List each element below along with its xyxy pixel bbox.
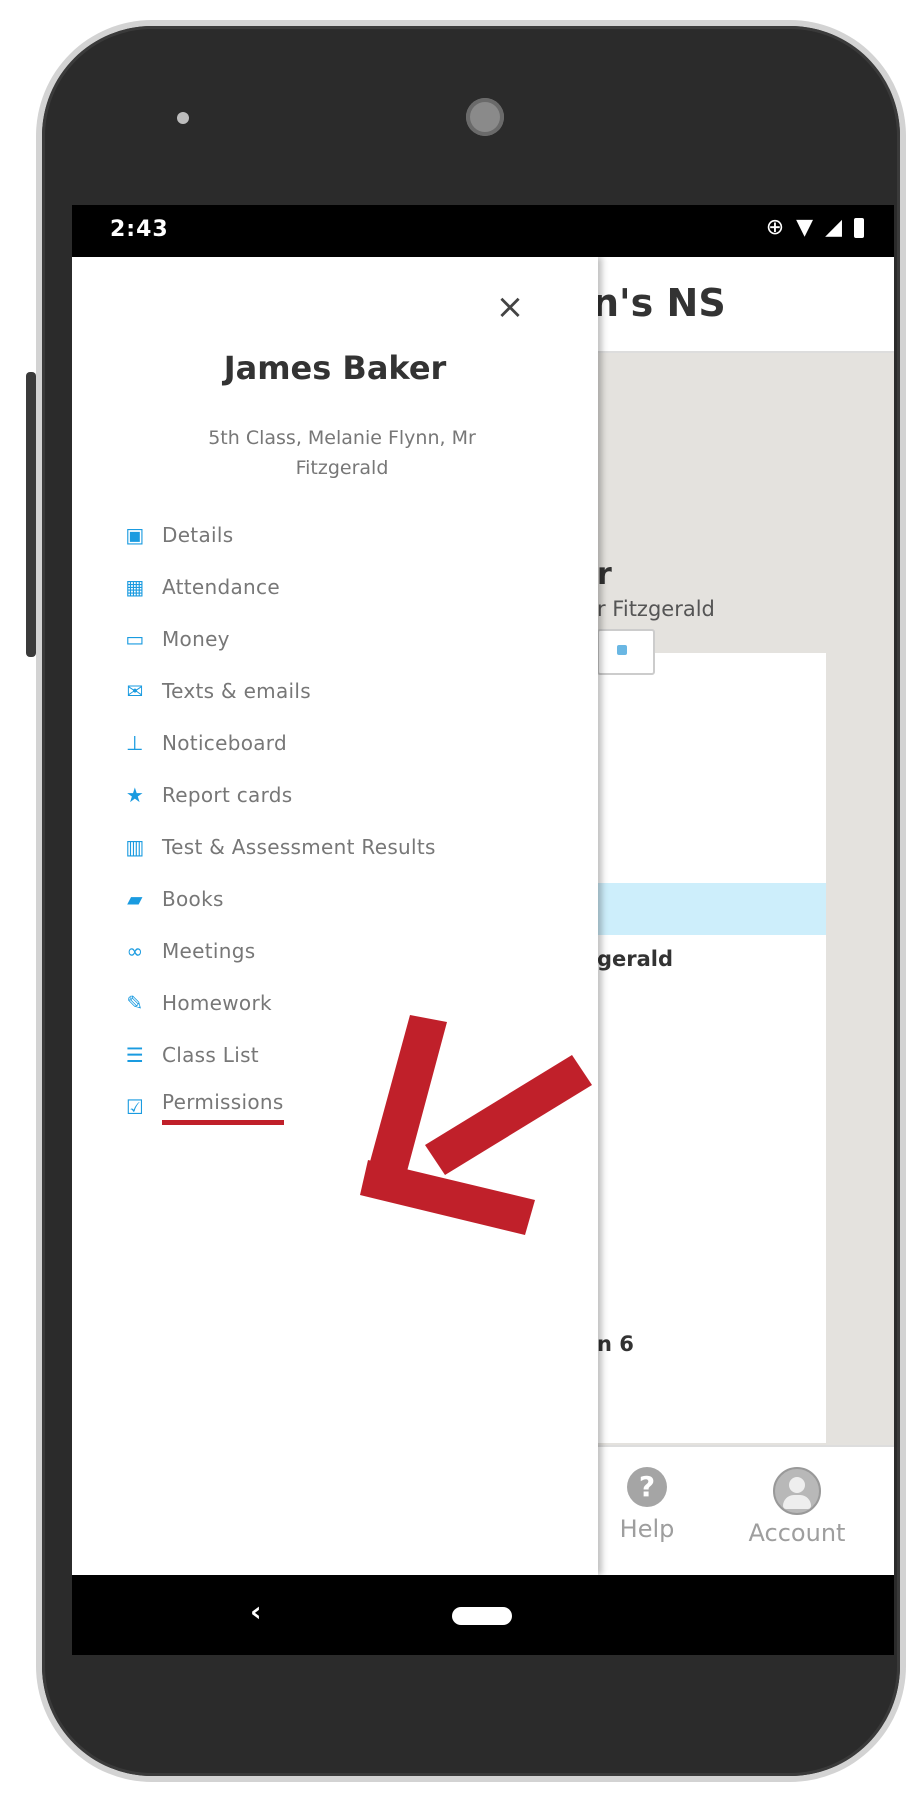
button-indicator [617, 645, 627, 655]
signal-icon: ◢ [825, 215, 842, 240]
menu-item-label: Texts & emails [162, 679, 311, 703]
menu-item-label: Report cards [162, 783, 293, 807]
drawer-student-name: James Baker [223, 349, 447, 387]
id-card-icon: ▣ [125, 523, 145, 547]
help-icon: ? [627, 1467, 667, 1507]
navigation-drawer: × James Baker 5th Class, Melanie Flynn, … [72, 257, 598, 1575]
check-square-icon: ☑ [125, 1095, 145, 1119]
nav-help-label: Help [619, 1515, 675, 1543]
menu-item-class-list[interactable]: ☰ Class List [122, 1029, 572, 1081]
calendar-icon: ▦ [125, 575, 145, 599]
menu-item-permissions[interactable]: ☑ Permissions [122, 1081, 572, 1133]
app-content-card [592, 353, 826, 1443]
phone-sensor [177, 112, 189, 124]
menu-item-label: Class List [162, 1043, 259, 1067]
wifi-icon: ▼ [796, 215, 814, 240]
drawer-menu: ▣ Details ▦ Attendance ▭ Money ✉ Texts &… [122, 509, 572, 1133]
student-action-button[interactable] [597, 629, 655, 675]
home-button[interactable] [452, 1607, 512, 1625]
menu-item-books[interactable]: ▰ Books [122, 873, 572, 925]
menu-item-label: Attendance [162, 575, 280, 599]
student-class-partial: r Fitzgerald [597, 597, 715, 621]
menu-item-label: Meetings [162, 939, 256, 963]
menu-item-report-cards[interactable]: ★ Report cards [122, 769, 572, 821]
list-icon: ☰ [125, 1043, 145, 1067]
menu-item-texts-emails[interactable]: ✉ Texts & emails [122, 665, 572, 717]
status-time: 2:43 [110, 217, 169, 242]
menu-item-label: Permissions [162, 1090, 284, 1125]
menu-item-label: Homework [162, 991, 272, 1015]
menu-item-label: Money [162, 627, 230, 651]
edit-icon: ✎ [126, 991, 144, 1015]
status-icons: ⊕ ▼ ◢ [766, 215, 864, 240]
screenshot-stage: 2:43 ⊕ ▼ ◢ n's NS r r Fitzgerald gerald [0, 0, 918, 1793]
menu-item-meetings[interactable]: ∞ Meetings [122, 925, 572, 977]
menu-item-label: Noticeboard [162, 731, 287, 755]
bar-chart-icon: ▥ [125, 835, 145, 859]
menu-item-attendance[interactable]: ▦ Attendance [122, 561, 572, 613]
account-avatar-icon [773, 1467, 821, 1515]
app-title: n's NS [592, 281, 726, 325]
phone-camera [466, 98, 504, 136]
menu-item-details[interactable]: ▣ Details [122, 509, 572, 561]
menu-item-label: Books [162, 887, 224, 911]
close-icon[interactable]: × [490, 287, 530, 327]
battery-icon [854, 217, 864, 238]
back-icon[interactable]: ‹ [250, 1595, 262, 1628]
status-bar: 2:43 ⊕ ▼ ◢ [72, 205, 894, 257]
menu-item-label: Test & Assessment Results [162, 835, 436, 859]
menu-item-homework[interactable]: ✎ Homework [122, 977, 572, 1029]
teacher-name-partial: gerald [597, 947, 674, 971]
menu-item-label: Details [162, 523, 234, 547]
star-icon: ★ [125, 783, 145, 807]
menu-item-test-results[interactable]: ▥ Test & Assessment Results [122, 821, 572, 873]
menu-item-noticeboard[interactable]: ⊥ Noticeboard [122, 717, 572, 769]
drawer-student-details: 5th Class, Melanie Flynn, Mr Fitzgerald [208, 427, 476, 479]
system-navigation-bar: ‹ [72, 1575, 894, 1655]
student-name-partial: r [597, 557, 612, 592]
nav-account[interactable]: Account [722, 1467, 872, 1547]
envelope-icon: ✉ [126, 679, 144, 703]
rotate-icon: ⊕ [765, 215, 785, 240]
money-icon: ▭ [125, 627, 145, 651]
room-text-partial: n 6 [597, 1332, 634, 1356]
pin-icon: ⊥ [126, 731, 144, 755]
phone-side-button [26, 372, 36, 657]
phone-screen: 2:43 ⊕ ▼ ◢ n's NS r r Fitzgerald gerald [72, 205, 894, 1655]
nav-help[interactable]: ? Help [602, 1467, 692, 1543]
nav-account-label: Account [748, 1519, 846, 1547]
content-highlight-band [592, 883, 826, 935]
menu-item-money[interactable]: ▭ Money [122, 613, 572, 665]
book-icon: ▰ [127, 887, 143, 911]
handshake-icon: ∞ [126, 939, 144, 963]
